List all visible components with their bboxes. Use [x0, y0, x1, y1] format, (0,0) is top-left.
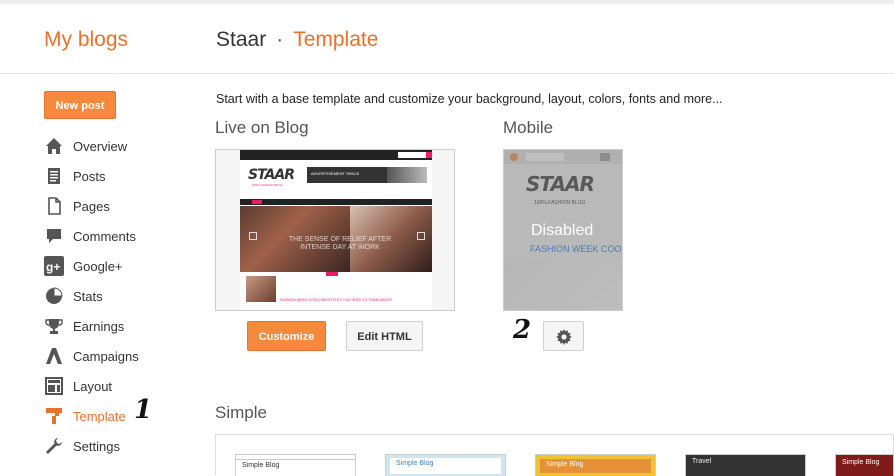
new-post-button[interactable]: New post	[44, 91, 116, 119]
preview-ad-text: ADVERTISEMENT SPACE	[311, 171, 360, 176]
campaigns-icon	[44, 346, 64, 366]
live-on-blog-heading: Live on Blog	[215, 118, 309, 137]
sidebar-item-label: Overview	[73, 138, 128, 154]
preview-search-box	[398, 152, 428, 158]
mobile-heading: Mobile	[503, 118, 554, 137]
sidebar-item-label: Posts	[73, 168, 106, 184]
preview-ad-banner: ADVERTISEMENT SPACE	[307, 167, 427, 183]
page-title: Template	[293, 28, 379, 51]
annotation-number-2: 2	[513, 315, 532, 345]
live-template-preview[interactable]: STAAR 100% FASHION BLOG ADVERTISEMENT SP…	[215, 149, 455, 311]
sidebar-item-earnings[interactable]: Earnings	[44, 311, 139, 341]
simple-template-thumb-4[interactable]: Travel	[685, 454, 806, 476]
preview-menu-active	[252, 200, 262, 204]
preview-slide-text: THE SENSE OF RELIEF AFTER INTENSE DAY AT…	[288, 236, 392, 251]
preview-prev-arrow-icon	[249, 232, 257, 240]
layout-icon	[44, 376, 64, 396]
preview-next-arrow-icon	[417, 232, 425, 240]
edit-html-button[interactable]: Edit HTML	[346, 321, 423, 351]
sidebar-item-label: Template	[73, 408, 126, 424]
sidebar-item-pages[interactable]: Pages	[44, 191, 139, 221]
sidebar-item-layout[interactable]: Layout	[44, 371, 139, 401]
pie-chart-icon	[44, 286, 64, 306]
preview-ad-image	[387, 167, 427, 183]
mobile-settings-button[interactable]	[543, 321, 584, 351]
simple-template-thumb-5[interactable]: Simple Blog	[835, 454, 894, 476]
sidebar-item-campaigns[interactable]: Campaigns	[44, 341, 139, 371]
header: My blogs Staar · Template	[0, 4, 894, 74]
sidebar-item-posts[interactable]: Posts	[44, 161, 139, 191]
sidebar-item-comments[interactable]: Comments	[44, 221, 139, 251]
preview-search-button	[426, 152, 432, 158]
simple-template-thumb-1[interactable]: Simple Blog	[235, 454, 356, 476]
sidebar-nav: Overview Posts Pages Comments g+ Google+…	[44, 131, 152, 461]
sidebar-item-label: Pages	[73, 198, 110, 214]
preview-post-image	[246, 276, 276, 302]
sidebar-item-label: Campaigns	[73, 348, 139, 364]
thumb-2-title: Simple Blog	[390, 458, 501, 474]
sidebar-item-label: Settings	[73, 438, 120, 454]
breadcrumb: Staar · Template	[216, 28, 378, 52]
simple-heading: Simple	[215, 403, 267, 422]
sidebar-item-label: Earnings	[73, 318, 125, 334]
preview-post-title: FASHION WEEK COOL HAIRSTYLES YOU NEED TO…	[280, 298, 393, 302]
preview-topbar	[240, 150, 432, 160]
sidebar-item-label: Comments	[73, 228, 136, 244]
thumb-5-title: Simple Blog	[842, 459, 880, 466]
pages-icon	[44, 196, 64, 216]
preview-menu-bar	[240, 199, 432, 205]
thumb-1-title: Simple Blog	[242, 462, 280, 469]
sidebar-item-stats[interactable]: Stats	[44, 281, 139, 311]
thumb-4-title: Travel	[692, 458, 712, 465]
customize-button[interactable]: Customize	[247, 321, 326, 351]
blog-name[interactable]: Staar	[216, 28, 266, 51]
wrench-icon	[44, 436, 64, 456]
preview-label-tag	[326, 272, 338, 276]
sidebar-item-label: Google+	[73, 258, 123, 274]
breadcrumb-separator: ·	[276, 28, 284, 51]
template-icon	[44, 406, 64, 426]
sidebar-item-settings[interactable]: Settings	[44, 431, 139, 461]
mobile-template-preview[interactable]: STAAR 100% FASHION BLOG FASHION WEEK COO…	[503, 149, 623, 311]
sidebar-item-template[interactable]: Template 1	[44, 395, 152, 431]
google-plus-icon: g+	[44, 256, 64, 276]
mobile-disabled-label: Disabled	[531, 222, 594, 239]
sidebar-item-label: Stats	[73, 288, 103, 304]
preview-logo: STAAR	[248, 167, 295, 183]
intro-text: Start with a base template and customize…	[216, 92, 723, 106]
svg-text:g+: g+	[46, 260, 60, 274]
simple-template-thumb-2[interactable]: Simple Blog	[385, 454, 506, 476]
annotation-number-1: 1	[134, 395, 153, 425]
simple-template-thumb-3[interactable]: Simple Blog	[535, 454, 656, 476]
gear-icon	[555, 329, 572, 345]
trophy-icon	[44, 316, 64, 336]
thumb-3-title: Simple Blog	[540, 459, 651, 473]
sidebar-item-label: Layout	[73, 378, 113, 394]
home-icon	[44, 136, 64, 156]
sidebar-item-overview[interactable]: Overview	[44, 131, 139, 161]
posts-icon	[44, 166, 64, 186]
preview-page: STAAR 100% FASHION BLOG ADVERTISEMENT SP…	[240, 150, 432, 310]
sidebar-item-google-plus[interactable]: g+ Google+	[44, 251, 139, 281]
my-blogs-link[interactable]: My blogs	[44, 28, 128, 52]
preview-tagline: 100% FASHION BLOG	[252, 183, 283, 187]
comment-icon	[44, 226, 64, 246]
